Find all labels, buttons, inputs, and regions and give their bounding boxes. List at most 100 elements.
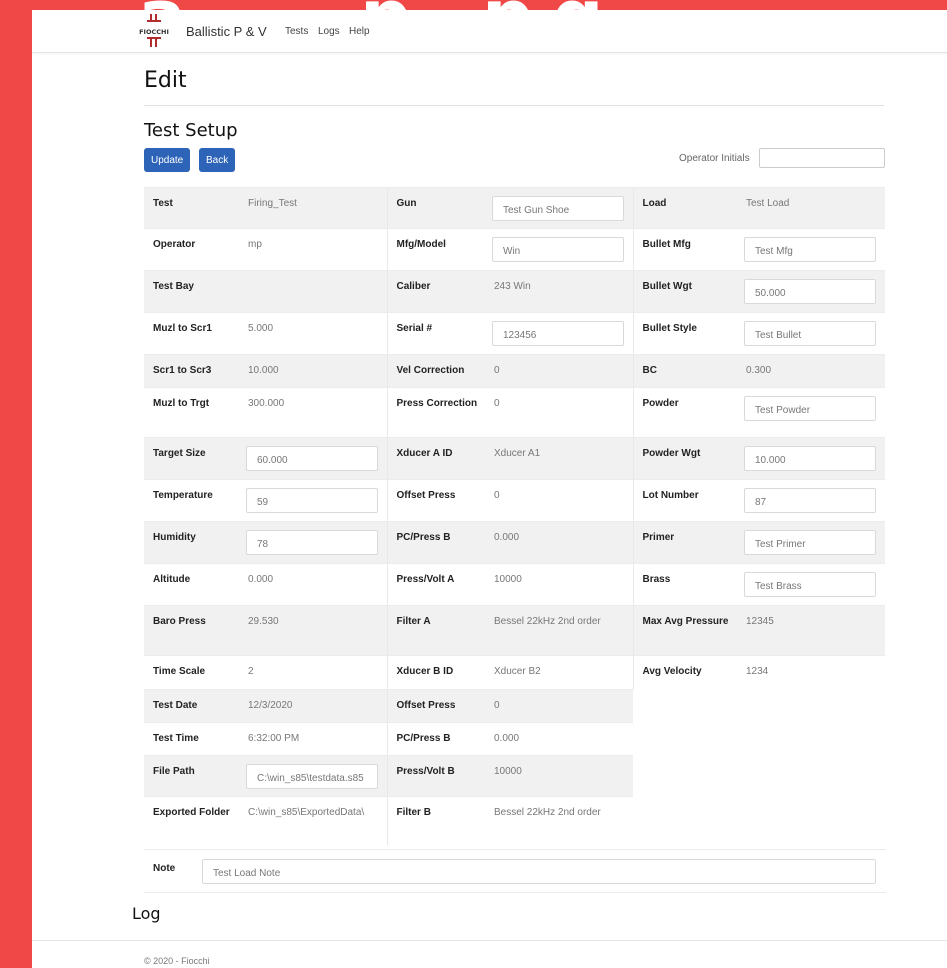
input-powder[interactable]: Test Powder [744,396,876,421]
field-cell-test-time: 6:32:00 PM [239,722,387,756]
value-baro-press: 29.530 [248,616,279,627]
field-cell-bc: 0.300 [737,354,885,388]
field-cell-powder: Test Powder [737,387,885,438]
field-cell-pc-press-b: 0.000 [485,722,633,756]
value-xducer-b-id: Xducer B2 [494,666,541,677]
input-target-size[interactable]: 60.000 [246,446,378,471]
input-file-path[interactable]: C:\win_s85\testdata.s85 [246,764,378,789]
field-cell-avg-velocity: 1234 [737,655,885,690]
footer-divider [32,940,947,941]
value-load: Test Load [746,198,790,209]
field-label-scr1-to-scr3: Scr1 to Scr3 [144,354,239,388]
nav-link-help[interactable]: Help [349,26,370,37]
field-cell-exported-folder: C:\win_s85\ExportedData\ [239,796,387,845]
app-page: FIOCCHI Ballistic P & V Tests Logs Help … [32,10,947,968]
input-powder-wgt[interactable]: 10.000 [744,446,876,471]
table-row: File Path C:\win_s85\testdata.s85 Press/Vo… [144,755,885,797]
input-mfg-model[interactable]: Win [492,237,624,262]
table-row: Test Firing_Test Gun Test Gun Shoe Load Test … [144,187,885,229]
input-bullet-wgt[interactable]: 50.000 [744,279,876,304]
update-button[interactable]: Update [144,148,191,172]
note-input[interactable]: Test Load Note [202,859,876,884]
field-label-target-size: Target Size [144,437,239,480]
nav-link-tests[interactable]: Tests [285,26,308,37]
table-row: Muzl to Scr1 5.000 Serial # 123456 Bullet St… [144,312,885,355]
input-temperature[interactable]: 59 [246,488,378,513]
title-divider [144,105,884,106]
field-cell-bullet-mfg: Test Mfg [737,228,885,271]
table-row: Test Bay Caliber 243 Win Bullet Wgt 50.000 [144,270,885,313]
field-label-test-bay: Test Bay [144,270,239,313]
field-cell-test-bay [239,270,387,313]
value-press-correction: 0 [494,398,500,409]
field-label-offset-press: Offset Press [386,479,485,522]
field-label-muzl-to-trgt: Muzl to Trgt [144,387,239,438]
field-cell-offset-press: 0 [485,479,633,522]
field-label-muzl-to-scr1: Muzl to Scr1 [144,312,239,355]
input-bullet-style[interactable]: Test Bullet [744,321,876,346]
fiocchi-logo[interactable]: FIOCCHI [132,13,176,49]
field-label-test-time: Test Time [144,722,239,756]
value-caliber: 243 Win [494,281,531,292]
field-cell-humidity: 78 [239,521,387,564]
field-cell-vel-correction: 0 [485,354,633,388]
input-lot-number[interactable]: 87 [744,488,876,513]
input-serial[interactable]: 123456 [492,321,624,346]
footer-copyright: © 2020 - Fiocchi [144,956,210,966]
field-label-vel-correction: Vel Correction [386,354,485,388]
table-row: Test Time 6:32:00 PM PC/Press B 0.000 [144,722,885,756]
note-label: Note [153,863,176,874]
field-label-filter-a: Filter A [386,605,485,656]
value-operator: mp [248,239,262,250]
input-gun[interactable]: Test Gun Shoe [492,196,624,221]
field-label-powder: Powder [632,387,737,438]
field-cell-press-volt-a: 10000 [485,563,633,606]
table-row: Muzl to Trgt 300.000 Press Correction 0 Powd… [144,387,885,438]
input-brass[interactable]: Test Brass [744,572,876,597]
test-setup-table: Test Firing_Test Gun Test Gun Shoe Load Test … [144,187,885,845]
field-cell-target-size: 60.000 [239,437,387,480]
field-cell-max-avg-pressure: 12345 [737,605,885,656]
field-label-test-date: Test Date [144,689,239,723]
field-cell-scr1-to-scr3: 10.000 [239,354,387,388]
field-label-press-volt-b: Press/Volt B [386,755,485,797]
nav-link-logs[interactable]: Logs [318,26,340,37]
operator-initials-input[interactable] [759,148,885,168]
operator-initials-label: Operator Initials [679,153,750,164]
field-label-press-correction: Press Correction [386,387,485,438]
input-bullet-mfg[interactable]: Test Mfg [744,237,876,262]
back-button[interactable]: Back [199,148,236,172]
field-cell-offset-press: 0 [485,689,633,723]
value-pc-press-b: 0.000 [494,532,520,543]
empty-cell [633,796,885,845]
field-label-xducer-b-id: Xducer B ID [386,655,485,690]
field-cell-altitude: 0.000 [239,563,387,606]
field-cell-brass: Test Brass [737,563,885,606]
field-label-file-path: File Path [144,755,239,797]
value-xducer-a-id: Xducer A1 [494,448,541,459]
table-row: Humidity 78 PC/Press B 0.000 Primer Test Prim… [144,521,885,564]
table-row: Altitude 0.000 Press/Volt A 10000 Brass Test … [144,563,885,606]
value-offset-press: 0 [494,490,500,501]
field-label-operator: Operator [144,228,239,271]
field-label-baro-press: Baro Press [144,605,239,656]
field-label-powder-wgt: Powder Wgt [632,437,737,480]
input-humidity[interactable]: 78 [246,530,378,555]
field-label-bullet-style: Bullet Style [632,312,737,355]
field-cell-xducer-b-id: Xducer B2 [485,655,633,690]
field-label-bullet-mfg: Bullet Mfg [632,228,737,271]
field-label-avg-velocity: Avg Velocity [632,655,737,690]
field-cell-mfg-model: Win [485,228,633,271]
field-label-load: Load [632,187,737,229]
field-label-bc: BC [632,354,737,388]
field-cell-lot-number: 87 [737,479,885,522]
field-cell-press-correction: 0 [485,387,633,438]
brand-name[interactable]: Ballistic P & V [186,24,267,39]
value-pc-press-b: 0.000 [494,733,520,744]
field-label-pc-press-b: PC/Press B [386,722,485,756]
field-label-brass: Brass [632,563,737,606]
table-row: Time Scale 2 Xducer B ID Xducer B2 Avg Veloc… [144,655,885,690]
section-title: Test Setup [144,120,238,141]
input-primer[interactable]: Test Primer [744,530,876,555]
field-cell-test-date: 12/3/2020 [239,689,387,723]
